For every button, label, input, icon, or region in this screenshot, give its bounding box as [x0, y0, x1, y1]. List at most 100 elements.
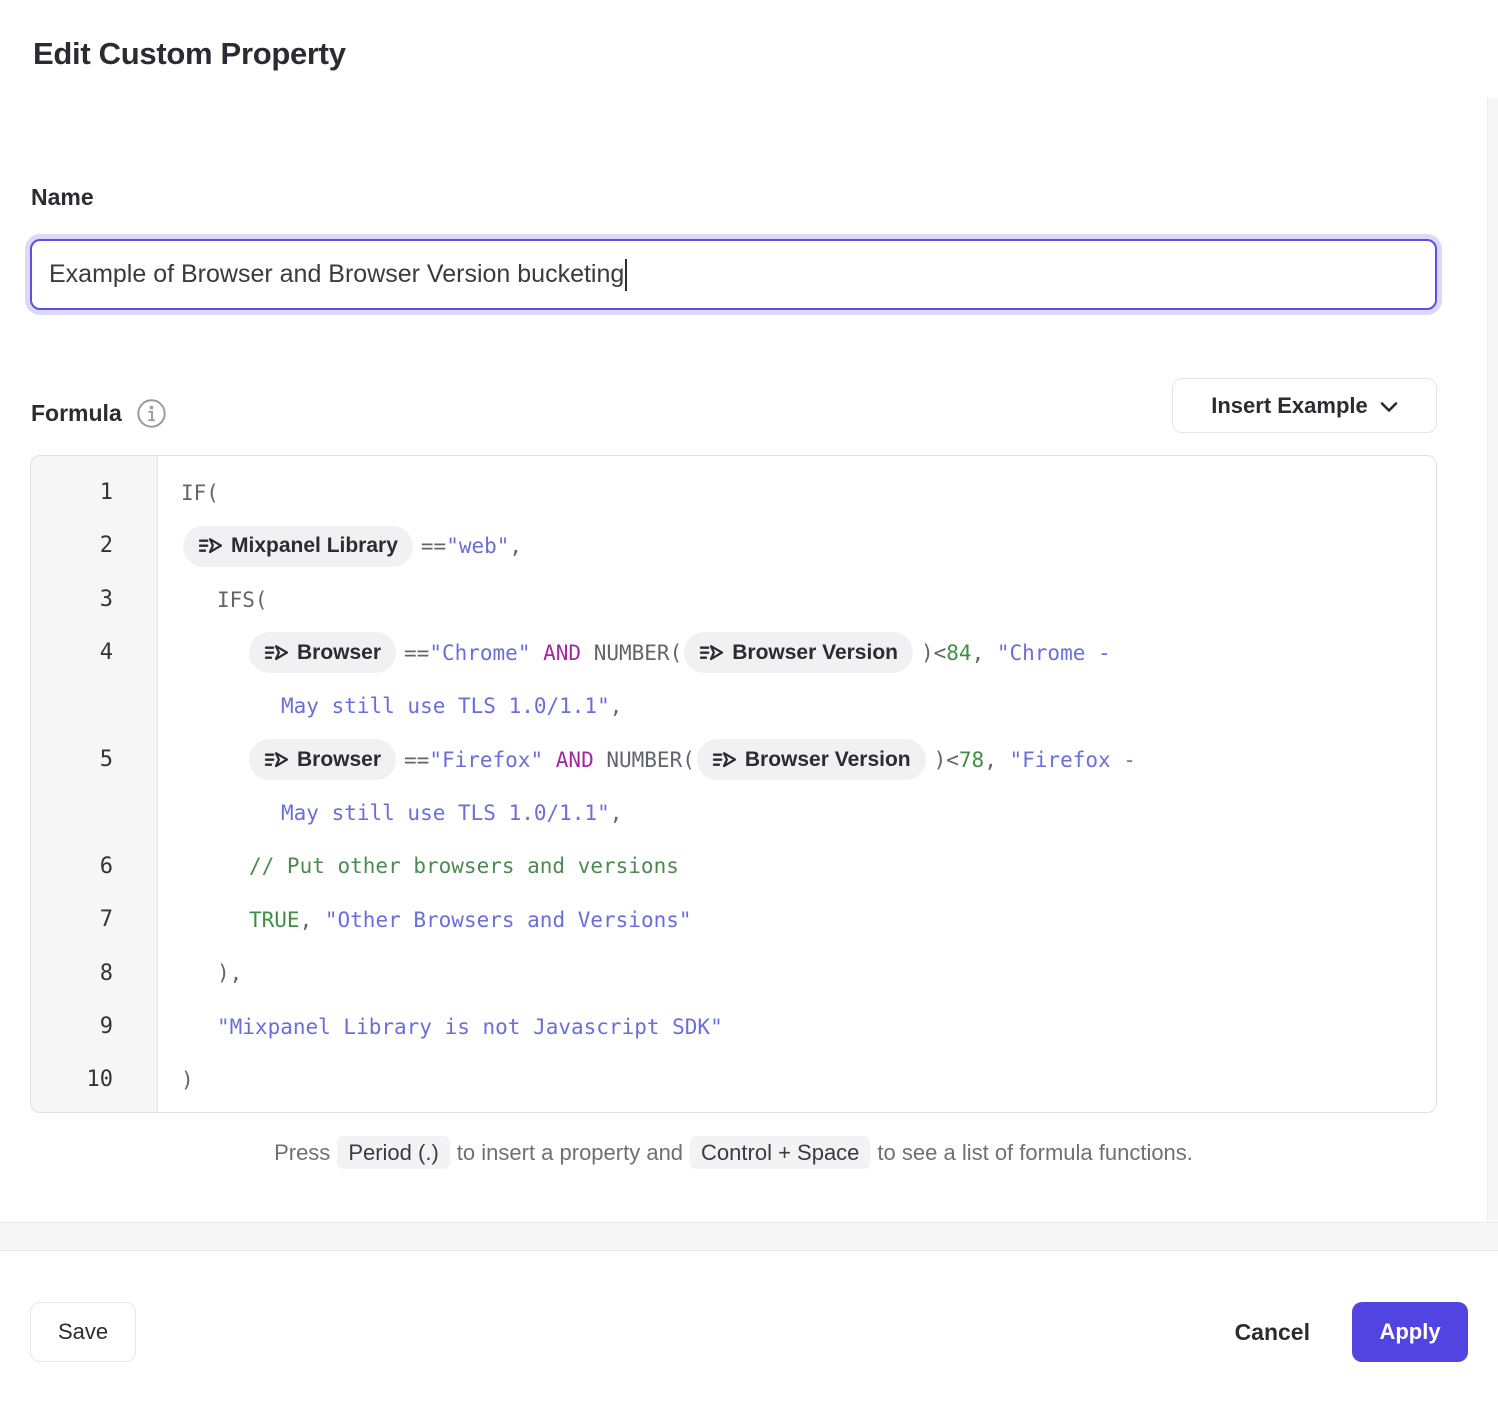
code-token: May still use TLS 1.0/1.1": [281, 694, 610, 718]
line-number: 4: [31, 626, 157, 679]
hint-text: to see a list of formula functions.: [877, 1140, 1193, 1165]
property-chip-label: Mixpanel Library: [231, 534, 398, 558]
code-token: ): [181, 1068, 194, 1092]
info-icon[interactable]: [136, 398, 167, 429]
code-token: // Put other browsers and versions: [249, 854, 679, 878]
property-chip-label: Browser Version: [745, 748, 911, 772]
code-token: ,: [610, 801, 623, 825]
code-token: ==: [404, 641, 429, 665]
code-line: Mixpanel Library =="web",: [157, 519, 1436, 572]
line-number: 7: [31, 893, 157, 946]
code-token: ,: [984, 748, 1009, 772]
property-chip-label: Browser: [297, 748, 381, 772]
code-token: May still use TLS 1.0/1.1": [281, 801, 610, 825]
code-line-row: 10): [31, 1053, 1436, 1106]
line-number: 6: [31, 840, 157, 893]
code-token: "Chrome": [429, 641, 530, 665]
code-token: ,: [972, 641, 997, 665]
scroll-gutter[interactable]: [1487, 98, 1498, 1222]
code-line: IFS(: [157, 573, 1436, 626]
code-token: AND: [556, 748, 594, 772]
formula-editor[interactable]: 1IF(2Mixpanel Library=="web",3IFS(4Brows…: [30, 455, 1437, 1113]
code-line: Browser =="Firefox" AND NUMBER( Browser Ve…: [157, 733, 1436, 786]
code-line: "Mixpanel Library is not Javascript SDK": [157, 1000, 1436, 1053]
code-token: ,: [509, 534, 522, 558]
name-input-wrap: Example of Browser and Browser Version b…: [30, 239, 1437, 310]
apply-button[interactable]: Apply: [1352, 1302, 1468, 1362]
line-number: 3: [31, 573, 157, 626]
kbd-period: Period (.): [337, 1136, 449, 1169]
code-line-row: 1IF(: [31, 466, 1436, 519]
property-chip-label: Browser: [297, 641, 381, 665]
code-line-row: 5 Browser =="Firefox" AND NUMBER( Browser V…: [31, 733, 1436, 840]
code-token: "web": [446, 534, 509, 558]
name-input-value: Example of Browser and Browser Version b…: [49, 260, 624, 289]
insert-example-label: Insert Example: [1211, 393, 1368, 419]
code-token: ),: [217, 961, 242, 985]
code-token: "Other Browsers and Versions": [325, 908, 692, 932]
event-property-icon: [198, 536, 222, 556]
code-line: ),: [157, 947, 1436, 1000]
name-input[interactable]: Example of Browser and Browser Version b…: [30, 239, 1437, 310]
line-number: 1: [31, 466, 157, 519]
property-chip[interactable]: Browser Version: [684, 632, 913, 673]
code-token: )<: [934, 748, 959, 772]
line-number: 8: [31, 947, 157, 1000]
chevron-down-icon: [1380, 393, 1398, 419]
insert-example-button[interactable]: Insert Example: [1172, 378, 1437, 433]
name-label: Name: [31, 184, 94, 211]
editor-hint: PressPeriod (.)to insert a property andC…: [30, 1140, 1437, 1166]
event-property-icon: [264, 750, 288, 770]
code-token: [543, 748, 556, 772]
property-chip[interactable]: Browser: [249, 632, 396, 673]
formula-label-row: Formula: [31, 398, 167, 429]
code-token: ==: [404, 748, 429, 772]
code-line-row: 9 "Mixpanel Library is not Javascript SDK…: [31, 1000, 1436, 1053]
line-number: 10: [31, 1053, 157, 1106]
code-token: NUMBER(: [594, 748, 695, 772]
code-line: Browser=="Chrome" AND NUMBER(Browser Ver…: [157, 626, 1436, 679]
property-chip[interactable]: Browser: [249, 739, 396, 780]
code-token: 84: [946, 641, 971, 665]
property-chip-label: Browser Version: [732, 641, 898, 665]
line-number: 9: [31, 1000, 157, 1053]
dialog-title: Edit Custom Property: [33, 36, 346, 72]
code-token: "Chrome -: [997, 641, 1111, 665]
code-line-row: 2 Mixpanel Library =="web",: [31, 519, 1436, 572]
event-property-icon: [712, 750, 736, 770]
code-line-row: 8),: [31, 947, 1436, 1000]
code-token: ,: [610, 694, 623, 718]
code-token: "Firefox": [429, 748, 543, 772]
edit-custom-property-dialog: Edit Custom Property Name Example of Bro…: [0, 0, 1498, 1402]
hint-text: to insert a property and: [457, 1140, 683, 1165]
code-token: IFS(: [217, 588, 268, 612]
code-token: "Firefox -: [1010, 748, 1136, 772]
kbd-control-space: Control + Space: [690, 1136, 870, 1169]
property-chip[interactable]: Mixpanel Library: [183, 526, 413, 567]
formula-editor-lines: 1IF(2Mixpanel Library=="web",3IFS(4Brows…: [31, 466, 1436, 1107]
code-line: May still use TLS 1.0/1.1",: [157, 680, 1436, 733]
code-line: TRUE, "Other Browsers and Versions": [157, 893, 1436, 946]
code-token: 78: [959, 748, 984, 772]
formula-label: Formula: [31, 400, 122, 427]
code-line: IF(: [157, 466, 1436, 519]
code-token: NUMBER(: [581, 641, 682, 665]
code-token: ==: [421, 534, 446, 558]
hint-text: Press: [274, 1140, 330, 1165]
code-line-row: 6 // Put other browsers and versions: [31, 840, 1436, 893]
footer-actions: Cancel Apply: [1235, 1302, 1468, 1362]
line-number: 2: [31, 519, 157, 572]
code-token: "Mixpanel Library is not Javascript SDK": [217, 1015, 723, 1039]
property-chip[interactable]: Browser Version: [697, 739, 926, 780]
code-line-row: 3 IFS(: [31, 573, 1436, 626]
code-line: ): [157, 1053, 1436, 1106]
line-number: 5: [31, 733, 157, 786]
text-caret: [625, 259, 627, 291]
code-token: )<: [921, 641, 946, 665]
cancel-button[interactable]: Cancel: [1235, 1319, 1310, 1346]
footer-divider-band: [0, 1222, 1498, 1251]
save-button[interactable]: Save: [30, 1302, 136, 1362]
code-line-row: 7TRUE, "Other Browsers and Versions": [31, 893, 1436, 946]
code-line: // Put other browsers and versions: [157, 840, 1436, 893]
code-token: [530, 641, 543, 665]
